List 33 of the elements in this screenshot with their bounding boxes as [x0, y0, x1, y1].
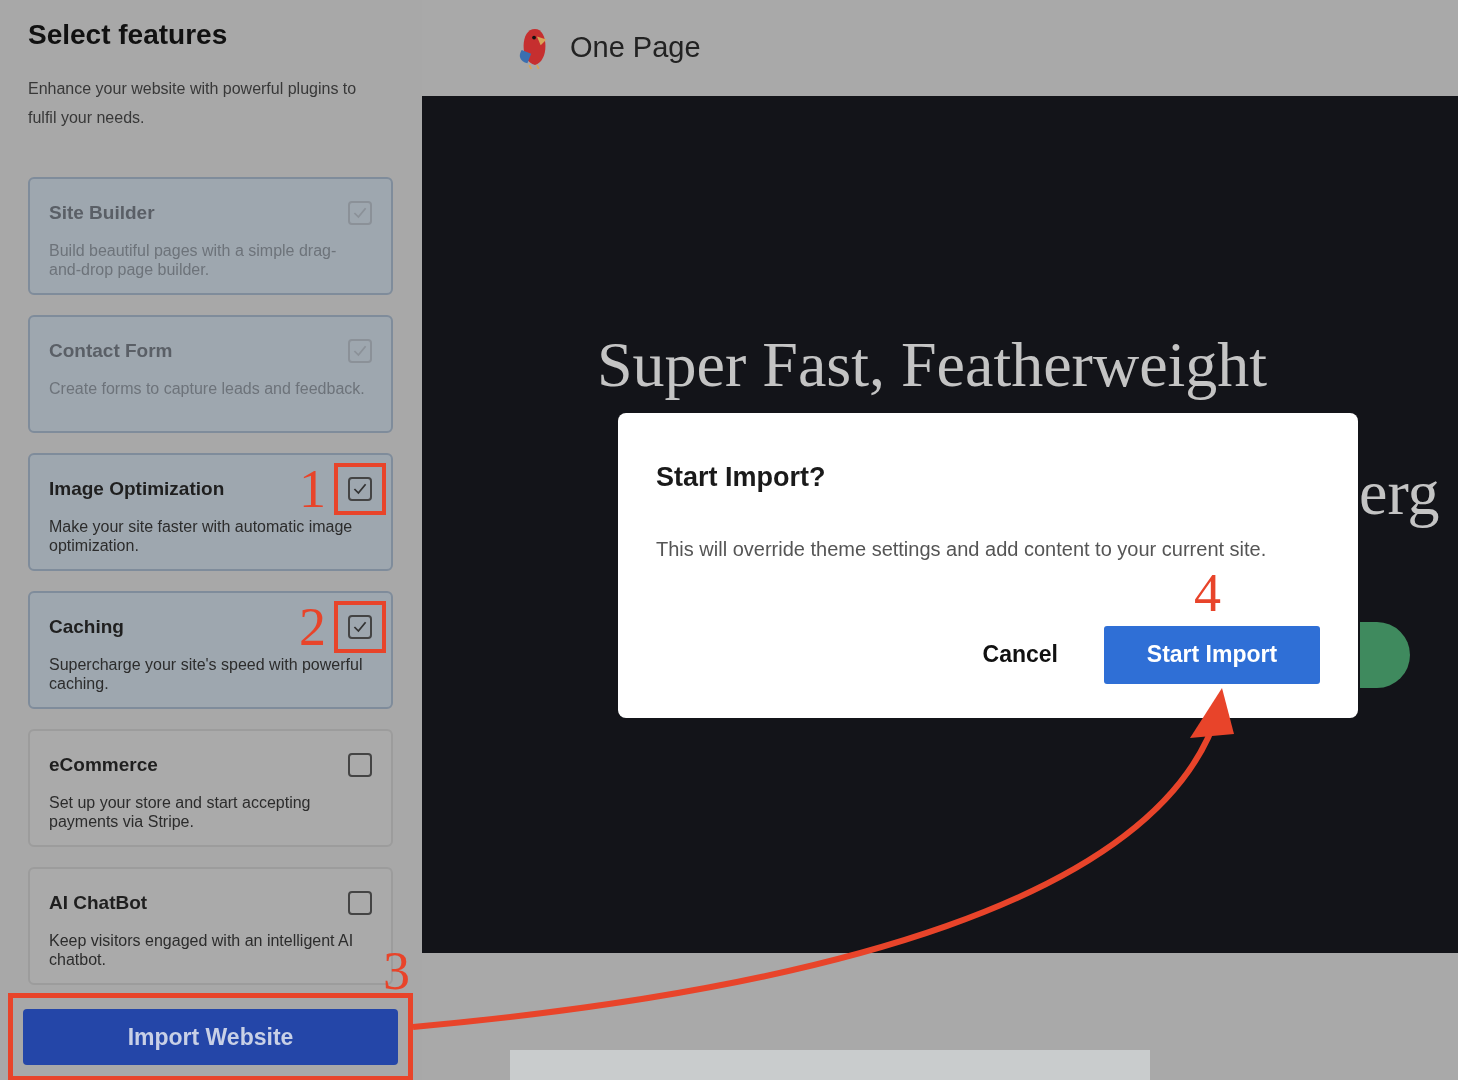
checkbox[interactable] — [348, 615, 372, 639]
feature-description: Make your site faster with automatic image optimization. — [49, 517, 354, 555]
feature-description: Keep visitors engaged with an intelligent AI chatbot. — [49, 931, 355, 969]
feature-title: Site Builder — [49, 200, 155, 225]
dialog-message: This will override theme settings and add content to your current site. — [656, 536, 1268, 562]
site-name: One Page — [570, 30, 701, 66]
sidebar-title: Select features — [28, 18, 229, 52]
cancel-button[interactable]: Cancel — [982, 637, 1058, 672]
dialog-title: Start Import? — [656, 461, 827, 494]
feature-title: Caching — [49, 614, 124, 639]
callout-number: 1 — [299, 461, 326, 517]
hero-button-fragment — [1360, 622, 1410, 688]
feature-description: Set up your store and start accepting payments via Stripe. — [49, 793, 312, 831]
check-icon — [352, 619, 368, 635]
feature-title: Image Optimization — [49, 476, 225, 501]
sidebar-description: Enhance your website with powerful plugins to fulfil your needs. — [28, 79, 358, 128]
hero-heading: Super Fast, Featherweight — [597, 332, 1269, 398]
feature-card[interactable]: Image Optimization 1 Make your site faster with automatic image optimization. — [28, 453, 393, 571]
start-import-button[interactable]: Start Import — [1104, 625, 1320, 684]
feature-title: Contact Form — [49, 338, 173, 363]
feature-title: eCommerce — [49, 752, 158, 777]
feature-card[interactable]: eCommerce Set up your store and start accepting payments via Stripe. — [28, 729, 393, 847]
feature-title: AI ChatBot — [49, 890, 148, 915]
check-icon — [352, 481, 368, 497]
checkbox[interactable] — [348, 753, 372, 777]
feature-card[interactable]: Caching 2 Supercharge your site's speed with powerful caching. — [28, 591, 393, 709]
import-website-button[interactable]: Import Website — [23, 1009, 398, 1065]
callout-number: 2 — [299, 599, 326, 655]
checkbox[interactable] — [348, 477, 372, 501]
callout-number: 4 — [1194, 567, 1222, 618]
feature-description: Supercharge your site's speed with powerful caching. — [49, 655, 364, 693]
hero-heading-fragment: erg — [1359, 458, 1441, 528]
checkbox[interactable] — [348, 891, 372, 915]
